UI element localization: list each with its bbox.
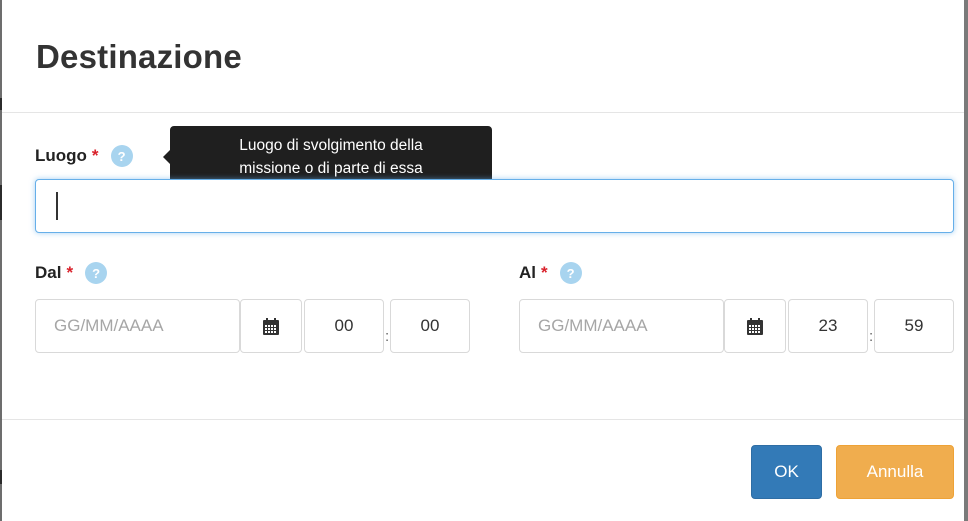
dal-minute-input[interactable]: 00 xyxy=(390,299,470,353)
calendar-icon xyxy=(263,317,279,335)
tooltip-line-1: Luogo di svolgimento della xyxy=(239,137,423,154)
dal-time-separator: : xyxy=(385,328,390,345)
dialog-header: Destinazione xyxy=(2,0,964,113)
dal-required-mark: * xyxy=(66,263,74,282)
tooltip-line-2: missione o di parte di essa xyxy=(239,160,423,177)
luogo-help-icon[interactable]: ? xyxy=(110,145,133,167)
destinazione-dialog: Destinazione Luogo * ? Luogo di svolgime… xyxy=(0,0,968,521)
al-calendar-button[interactable] xyxy=(724,299,786,353)
dal-label: Dal xyxy=(35,263,62,282)
al-help-icon[interactable]: ? xyxy=(559,262,582,284)
right-window-edge xyxy=(964,0,968,521)
al-minute-input[interactable]: 59 xyxy=(874,299,954,353)
al-label: Al xyxy=(519,263,536,282)
al-label-row: Al * ? xyxy=(519,262,582,284)
dal-hour-input[interactable]: 00 xyxy=(304,299,384,353)
dal-calendar-button[interactable] xyxy=(240,299,302,353)
calendar-icon xyxy=(747,317,763,335)
dal-help-icon[interactable]: ? xyxy=(85,262,108,284)
al-time-separator: : xyxy=(869,328,874,345)
dialog-title: Destinazione xyxy=(36,38,242,75)
luogo-required-mark: * xyxy=(91,146,99,165)
al-required-mark: * xyxy=(541,263,548,282)
luogo-label-row: Luogo * ? xyxy=(35,145,133,167)
ok-button[interactable]: OK xyxy=(751,445,822,499)
dal-label-row: Dal * ? xyxy=(35,262,108,284)
luogo-label: Luogo xyxy=(35,146,87,165)
luogo-input[interactable] xyxy=(35,179,954,233)
dal-date-input[interactable] xyxy=(35,299,240,353)
al-hour-input[interactable]: 23 xyxy=(788,299,868,353)
al-date-input[interactable] xyxy=(519,299,724,353)
text-caret xyxy=(56,192,58,220)
cancel-button[interactable]: Annulla xyxy=(836,445,954,499)
tooltip-arrow xyxy=(163,150,170,164)
